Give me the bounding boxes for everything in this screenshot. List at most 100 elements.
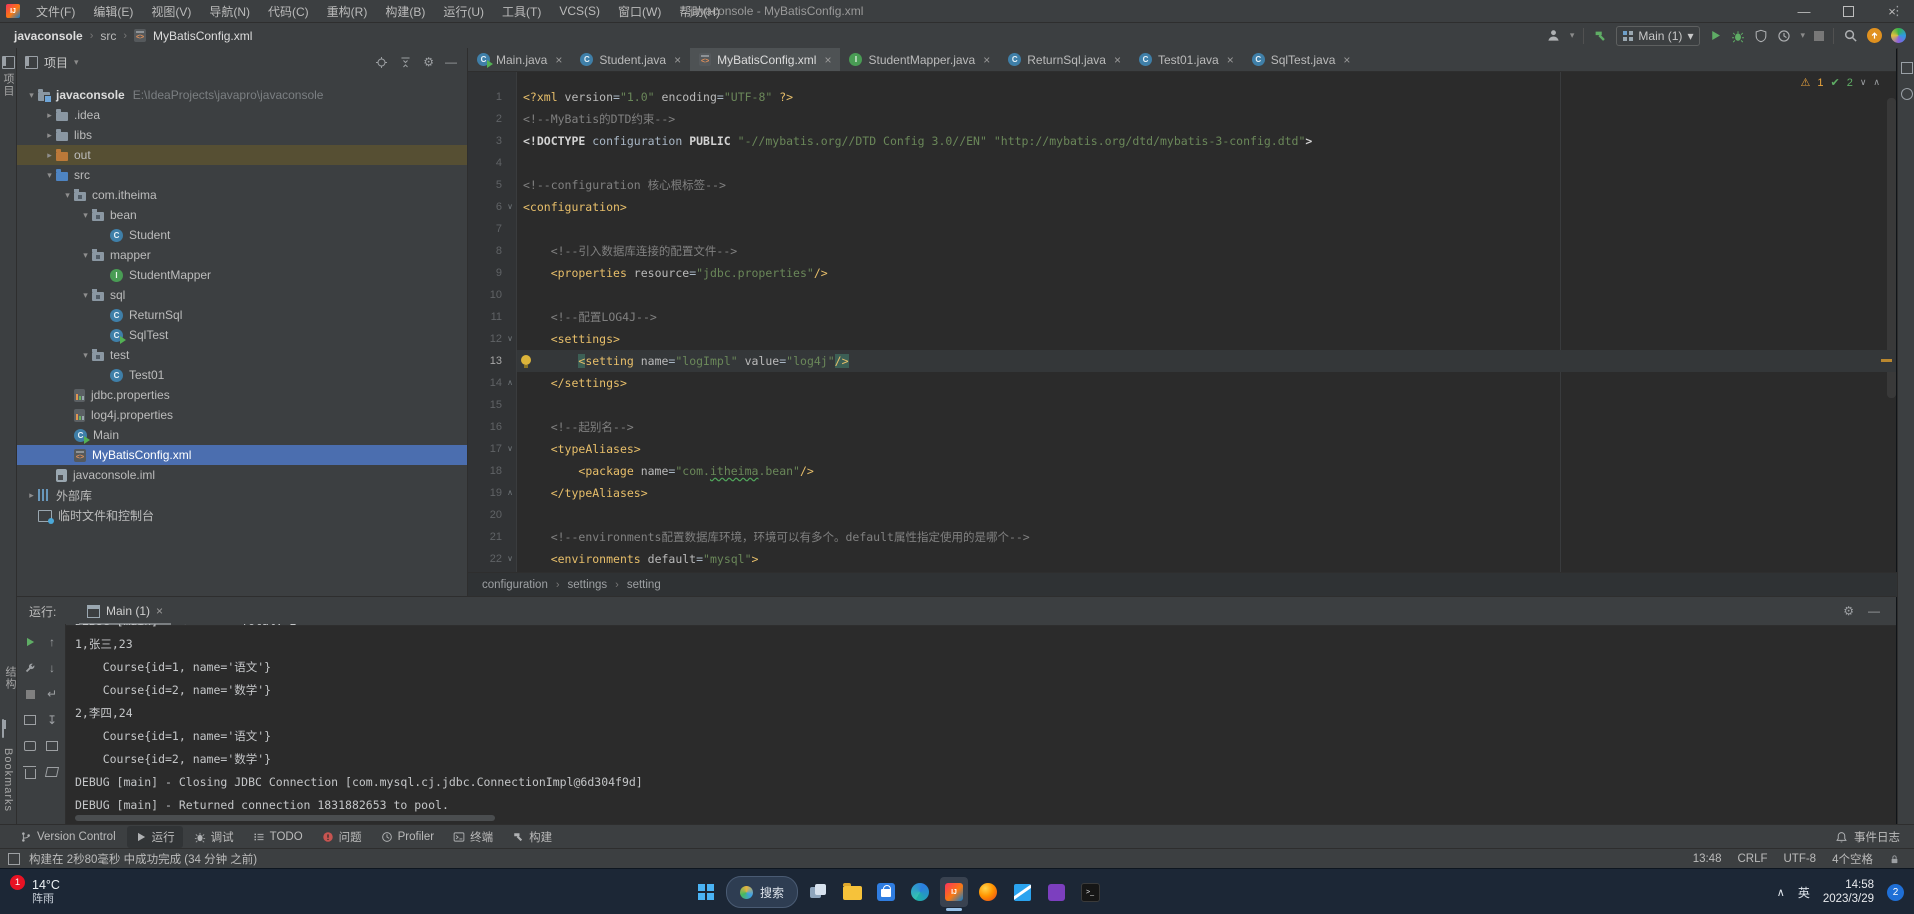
tree-arrow-icon[interactable]: ▸ <box>43 150 56 161</box>
gradient-sphere-icon[interactable] <box>1891 28 1906 43</box>
profiler-dropdown-icon[interactable]: ▾ <box>1800 30 1805 41</box>
tree-arrow-icon[interactable]: ▸ <box>43 130 56 141</box>
tree-arrow-icon[interactable]: ▾ <box>43 170 56 181</box>
menu-item-V[interactable]: 视图(V) <box>142 0 200 22</box>
tree-arrow-icon[interactable]: ▸ <box>25 490 38 501</box>
search-everywhere-icon[interactable] <box>1843 28 1858 43</box>
menu-item-B[interactable]: 构建(B) <box>376 0 434 22</box>
user-dropdown-icon[interactable]: ▾ <box>1570 30 1575 41</box>
console-toolbar-button[interactable] <box>42 762 62 782</box>
console-output[interactable]: DEBUG [main] - <== Total: 21,张三,23 Cours… <box>65 624 1896 824</box>
fold-marker-icon[interactable]: ∧ <box>504 372 516 394</box>
taskbar-app-start[interactable] <box>692 877 720 907</box>
breadcrumb-item[interactable]: javaconsole <box>14 29 83 43</box>
tool-window-button-问题[interactable]: 问题 <box>314 826 370 848</box>
minimize-button[interactable]: — <box>1782 0 1826 22</box>
tree-row[interactable]: ▾mapper <box>17 245 467 265</box>
tree-arrow-icon[interactable]: ▾ <box>61 190 74 201</box>
tray-expand-icon[interactable]: ∧ <box>1777 886 1785 899</box>
minimize-panel-icon[interactable]: — <box>1868 604 1880 618</box>
tree-row[interactable]: CMain <box>17 425 467 445</box>
menu-item-E[interactable]: 编辑(E) <box>84 0 142 22</box>
tab-SqlTest.java[interactable]: CSqlTest.java× <box>1243 48 1360 71</box>
tree-row[interactable]: IStudentMapper <box>17 265 467 285</box>
profiler-button[interactable] <box>1777 29 1791 43</box>
weather-widget[interactable]: 1 14°C 阵雨 <box>10 869 60 914</box>
right-stripe-icon-2[interactable] <box>1901 88 1913 100</box>
close-icon[interactable]: × <box>674 53 681 67</box>
editor-breadcrumb-item[interactable]: configuration <box>482 579 548 591</box>
menu-item-T[interactable]: 工具(T) <box>493 0 550 22</box>
menu-item-C[interactable]: 代码(C) <box>259 0 318 22</box>
console-toolbar-button[interactable]: ↧ <box>42 710 62 730</box>
console-toolbar-button[interactable] <box>42 736 62 756</box>
run-config-select[interactable]: Main (1) ▾ <box>1616 26 1700 46</box>
taskbar-app-terminal[interactable]: >_ <box>1076 877 1104 907</box>
update-icon[interactable] <box>1867 28 1882 43</box>
fold-marker-icon[interactable]: ∨ <box>504 438 516 460</box>
tab-Main.java[interactable]: CMain.java× <box>468 48 571 71</box>
editor-breadcrumb-item[interactable]: setting <box>627 579 661 591</box>
editor-breadcrumb-item[interactable]: settings <box>568 579 608 591</box>
console-toolbar-button[interactable] <box>20 762 40 782</box>
console-toolbar-button[interactable] <box>20 736 40 756</box>
user-icon[interactable] <box>1546 28 1561 43</box>
tool-window-button-调试[interactable]: 调试 <box>186 826 242 848</box>
taskbar-app-edge[interactable] <box>906 877 934 907</box>
tree-row[interactable]: ▾test <box>17 345 467 365</box>
console-hscrollbar[interactable] <box>75 815 495 821</box>
console-toolbar-button[interactable] <box>20 710 40 730</box>
next-problem-icon[interactable]: ∨ <box>1860 77 1867 88</box>
close-icon[interactable]: × <box>824 53 831 67</box>
taskbar-app-firefox[interactable] <box>974 877 1002 907</box>
tree-row[interactable]: jdbc.properties <box>17 385 467 405</box>
ime-indicator[interactable]: 英 <box>1798 884 1810 901</box>
tree-row[interactable]: ▸libs <box>17 125 467 145</box>
tool-window-button-构建[interactable]: 构建 <box>504 826 560 848</box>
tree-arrow-icon[interactable]: ▾ <box>79 250 92 261</box>
error-stripe-mark[interactable] <box>1881 359 1892 362</box>
console-toolbar-button[interactable] <box>20 632 40 652</box>
hide-panel-icon[interactable]: — <box>445 55 457 69</box>
console-toolbar-button[interactable]: ↑ <box>42 632 62 652</box>
taskbar-app-explorer[interactable] <box>838 877 866 907</box>
tree-row[interactable]: CReturnSql <box>17 305 467 325</box>
close-icon[interactable]: × <box>1343 53 1350 67</box>
tool-window-button-Version Control[interactable]: Version Control <box>12 828 124 846</box>
tree-arrow-icon[interactable]: ▾ <box>79 290 92 301</box>
console-toolbar-button[interactable] <box>20 684 40 704</box>
tree-arrow-icon[interactable]: ▸ <box>43 110 56 121</box>
tool-window-switcher-icon[interactable] <box>8 853 20 865</box>
intention-bulb-icon[interactable] <box>521 355 531 365</box>
tool-window-button-运行[interactable]: 运行 <box>127 826 183 848</box>
right-stripe-icon-1[interactable] <box>1901 62 1913 74</box>
locate-icon[interactable] <box>375 56 388 69</box>
tree-arrow-icon[interactable]: ▾ <box>79 210 92 221</box>
build-hammer-icon[interactable] <box>1593 29 1607 43</box>
maximize-button[interactable] <box>1826 0 1870 22</box>
structure-stripe-button[interactable]: 结构 <box>2 666 18 690</box>
bookmarks-stripe-button[interactable]: Bookmarks <box>2 748 14 812</box>
prev-problem-icon[interactable]: ∧ <box>1873 77 1880 88</box>
menu-item-U[interactable]: 运行(U) <box>434 0 493 22</box>
fold-marker-icon[interactable]: ∨ <box>504 328 516 350</box>
debug-button[interactable] <box>1731 29 1745 43</box>
tree-row[interactable]: CSqlTest <box>17 325 467 345</box>
close-icon[interactable]: × <box>1114 53 1121 67</box>
tree-row[interactable]: ▾bean <box>17 205 467 225</box>
tab-StudentMapper.java[interactable]: IStudentMapper.java× <box>840 48 999 71</box>
stop-button[interactable] <box>1814 31 1824 41</box>
taskbar-app-vscode[interactable] <box>1008 877 1036 907</box>
tab-ReturnSql.java[interactable]: CReturnSql.java× <box>999 48 1130 71</box>
gear-icon[interactable]: ⚙ <box>423 55 434 69</box>
taskbar-app-idea[interactable]: IJ <box>940 877 968 907</box>
tree-row[interactable]: ▸.idea <box>17 105 467 125</box>
close-icon[interactable]: × <box>555 53 562 67</box>
console-toolbar-button[interactable]: ↵ <box>42 684 62 704</box>
tree-row[interactable]: 临时文件和控制台 <box>17 505 467 525</box>
taskbar-search[interactable]: 搜索 <box>726 876 798 908</box>
tool-window-icon[interactable] <box>2 719 4 738</box>
indent-indicator[interactable]: 4个空格 <box>1832 851 1873 867</box>
tree-arrow-icon[interactable]: ▾ <box>25 90 38 101</box>
tree-row[interactable]: CStudent <box>17 225 467 245</box>
